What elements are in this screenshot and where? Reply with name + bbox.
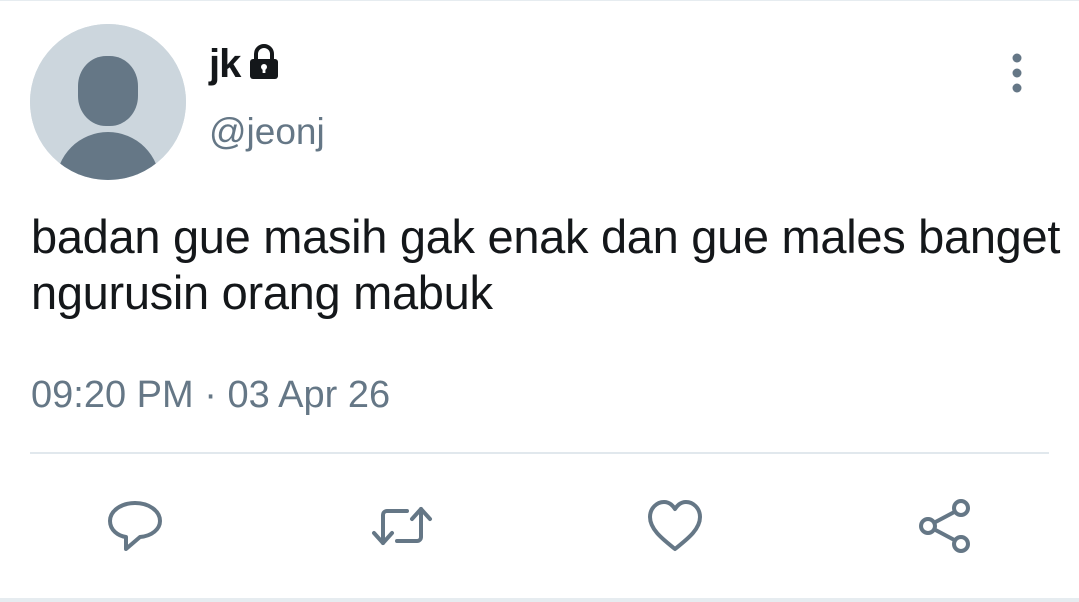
- divider: [30, 452, 1049, 454]
- default-avatar-icon: [30, 24, 186, 180]
- reply-button[interactable]: [104, 495, 166, 557]
- like-icon: [648, 500, 702, 551]
- share-icon: [919, 499, 970, 553]
- retweet-icon: [372, 507, 432, 545]
- tweet-time: 09:20 PM: [31, 374, 194, 416]
- retweet-button[interactable]: [371, 495, 433, 557]
- share-button[interactable]: [913, 495, 975, 557]
- user-handle[interactable]: @jeonj: [209, 109, 325, 155]
- reply-icon: [108, 501, 162, 551]
- display-name[interactable]: jk: [209, 41, 241, 87]
- tweet-timestamp[interactable]: 09:20 PM · 03 Apr 26: [31, 370, 390, 420]
- bottom-border: [0, 598, 1079, 602]
- tweet-text: badan gue masih gak enak dan gue males b…: [31, 210, 1061, 319]
- user-name-row: jk: [209, 41, 284, 87]
- tweet-date: 03 Apr 26: [227, 374, 391, 416]
- lock-icon: [244, 42, 284, 82]
- meta-separator: ·: [204, 374, 217, 416]
- tweet-card[interactable]: jk @jeonj badan gue masih gak enak dan g…: [0, 0, 1079, 602]
- more-options-icon[interactable]: [996, 51, 1038, 95]
- avatar[interactable]: [30, 24, 186, 180]
- like-button[interactable]: [644, 495, 706, 557]
